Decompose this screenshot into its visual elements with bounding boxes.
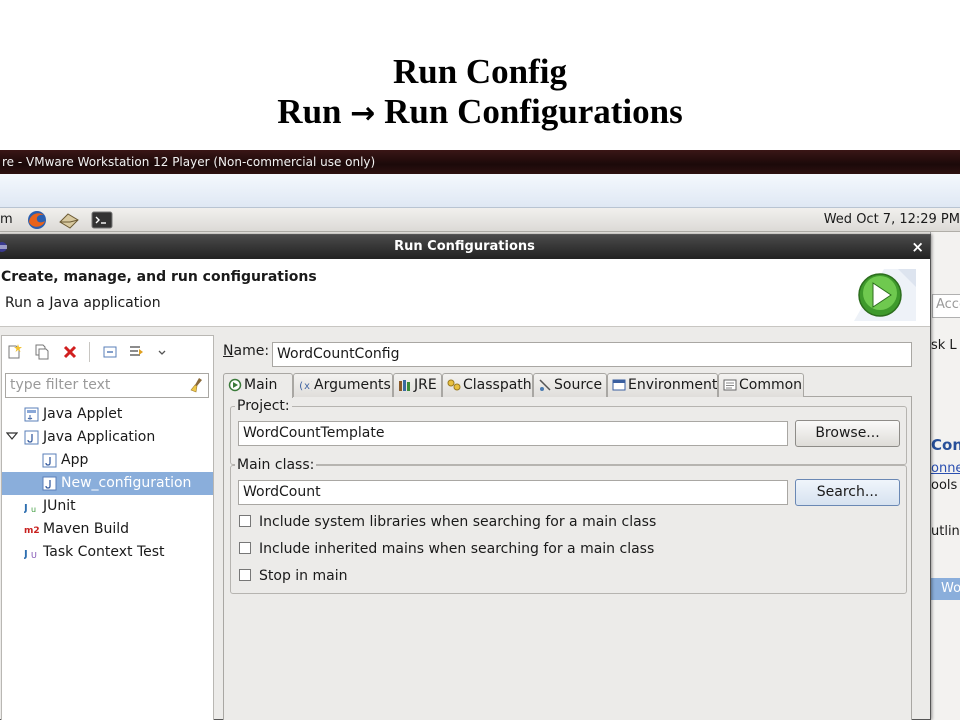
- clear-filter-icon[interactable]: [190, 377, 204, 393]
- configuration-editor: Name: WordCountConfig Main (x) Arguments: [217, 335, 916, 720]
- checkbox-box[interactable]: [239, 542, 251, 554]
- tab-source[interactable]: Source: [533, 373, 607, 397]
- svg-text:U: U: [31, 551, 37, 560]
- search-button[interactable]: Search...: [795, 479, 900, 506]
- dialog-header-subtitle: Run a Java application: [5, 295, 161, 311]
- jre-tab-icon: [399, 380, 410, 391]
- dialog-title: Run Configurations: [394, 239, 535, 254]
- tree-item-java-applet[interactable]: Java Applet: [2, 403, 213, 426]
- dialog-titlebar: Run Configurations ×: [0, 235, 930, 259]
- dialog-header: Create, manage, and run configurations R…: [0, 259, 930, 327]
- project-label: Project:: [235, 398, 292, 414]
- tools-fragment: ools: [931, 478, 958, 493]
- configuration-tree: Java Applet Java Application App New_con…: [2, 403, 213, 564]
- arrow-right-icon: →: [350, 96, 376, 131]
- maven-icon: m2: [24, 526, 39, 536]
- tree-toolbar: [2, 336, 213, 366]
- quick-access-fragment: Acce: [936, 297, 960, 312]
- filter-input[interactable]: type filter text: [5, 373, 209, 398]
- panel-clock[interactable]: Wed Oct 7, 12:29 PM: [824, 208, 960, 232]
- delete-icon[interactable]: [62, 344, 78, 360]
- run-banner-icon: [854, 269, 916, 321]
- connect-fragment: Conn: [931, 436, 960, 454]
- svg-text:(x): (x): [298, 381, 312, 392]
- eclipse-icon: [0, 242, 7, 252]
- slide-title-run: Run: [277, 92, 342, 131]
- tree-item-junit[interactable]: J u JUnit: [2, 495, 213, 518]
- task-context-icon: J U: [24, 549, 37, 560]
- mail-icon[interactable]: [58, 210, 80, 230]
- dialog-header-title: Create, manage, and run configurations: [1, 269, 317, 285]
- task-list-fragment: sk L: [931, 338, 957, 353]
- tree-item-maven-build[interactable]: m2 Maven Build: [2, 518, 213, 541]
- project-field[interactable]: WordCountTemplate: [238, 421, 788, 446]
- outline-item-fragment: Wo: [941, 581, 960, 596]
- classpath-tab-icon: [447, 379, 461, 391]
- include-system-libraries-checkbox[interactable]: Include system libraries when searching …: [239, 514, 656, 530]
- svg-text:J: J: [24, 549, 28, 560]
- connect-link-fragment: onne: [931, 461, 960, 476]
- outline-fragment: utlin: [931, 524, 960, 539]
- common-tab-icon: [723, 379, 737, 391]
- tab-main[interactable]: Main: [223, 373, 293, 398]
- junit-icon: J u: [24, 503, 36, 514]
- gnome-top-panel: m Wed Oct 7, 12:29 PM: [0, 208, 960, 232]
- name-label: Name:: [223, 343, 270, 359]
- new-configuration-icon[interactable]: [6, 344, 22, 360]
- svg-text:u: u: [31, 505, 36, 514]
- firefox-icon[interactable]: [26, 210, 48, 230]
- name-field[interactable]: WordCountConfig: [272, 342, 912, 367]
- main-tab-icon: [228, 378, 242, 392]
- config-tabs: Main (x) Arguments JRE: [223, 373, 912, 398]
- environment-tab-icon: [612, 379, 626, 391]
- tree-item-new-configuration[interactable]: New_configuration: [2, 472, 213, 495]
- expanded-triangle-icon[interactable]: [6, 430, 18, 442]
- main-class-field[interactable]: WordCount: [238, 480, 788, 505]
- include-inherited-mains-checkbox[interactable]: Include inherited mains when searching f…: [239, 541, 654, 557]
- java-applet-icon: [24, 407, 39, 422]
- tab-arguments[interactable]: (x) Arguments: [293, 373, 393, 397]
- tab-common[interactable]: Common: [718, 373, 804, 397]
- chevron-down-icon[interactable]: [154, 344, 170, 360]
- close-icon[interactable]: ×: [911, 235, 924, 259]
- vm-screenshot: re - VMware Workstation 12 Player (Non-c…: [0, 150, 960, 720]
- main-tab-body: Project: WordCountTemplate Browse... Mai…: [223, 397, 912, 720]
- main-class-label: Main class:: [235, 457, 317, 473]
- tree-item-task-context-test[interactable]: J U Task Context Test: [2, 541, 213, 564]
- main-class-group: Main class: WordCount Search... Include …: [230, 457, 907, 594]
- svg-text:m2: m2: [24, 526, 39, 536]
- filter-placeholder: type filter text: [10, 377, 111, 393]
- checkbox-box[interactable]: [239, 569, 251, 581]
- svg-text:J: J: [24, 503, 28, 514]
- tree-item-java-application[interactable]: Java Application: [2, 426, 213, 449]
- java-application-icon: [24, 430, 39, 445]
- tab-classpath[interactable]: Classpath: [442, 373, 533, 397]
- run-configurations-dialog: Run Configurations × Create, manage, and…: [0, 234, 931, 720]
- background-eclipse-window: Acce sk L Conn onne ools utlin Wo: [930, 232, 960, 720]
- tree-item-app[interactable]: App: [2, 449, 213, 472]
- arguments-tab-icon: (x): [298, 381, 312, 392]
- project-group: Project: WordCountTemplate Browse...: [230, 398, 907, 465]
- vm-window-title: re - VMware Workstation 12 Player (Non-c…: [0, 150, 960, 174]
- source-tab-icon: [539, 379, 551, 391]
- terminal-icon[interactable]: [91, 210, 113, 230]
- slide-title: Run Config Run → Run Configurations: [0, 52, 960, 134]
- stop-in-main-checkbox[interactable]: Stop in main: [239, 568, 347, 584]
- collapse-all-icon[interactable]: [102, 344, 118, 360]
- slide-title-line-1: Run Config: [392, 52, 568, 91]
- checkbox-box[interactable]: [239, 515, 251, 527]
- vm-toolbar: [0, 174, 960, 208]
- java-config-icon: [42, 453, 57, 468]
- duplicate-icon[interactable]: [34, 344, 50, 360]
- tab-environment[interactable]: Environment: [607, 373, 718, 397]
- configuration-tree-pane: type filter text Java Applet Java Applic…: [1, 335, 214, 720]
- system-menu-fragment[interactable]: m: [0, 208, 13, 232]
- slide-title-line-2: Run → Run Configurations: [0, 92, 960, 134]
- browse-button[interactable]: Browse...: [795, 420, 900, 447]
- filter-configurations-icon[interactable]: [128, 344, 144, 360]
- tab-jre[interactable]: JRE: [393, 373, 442, 397]
- java-config-icon: [42, 476, 57, 491]
- slide-title-run-configurations: Run Configurations: [384, 92, 683, 131]
